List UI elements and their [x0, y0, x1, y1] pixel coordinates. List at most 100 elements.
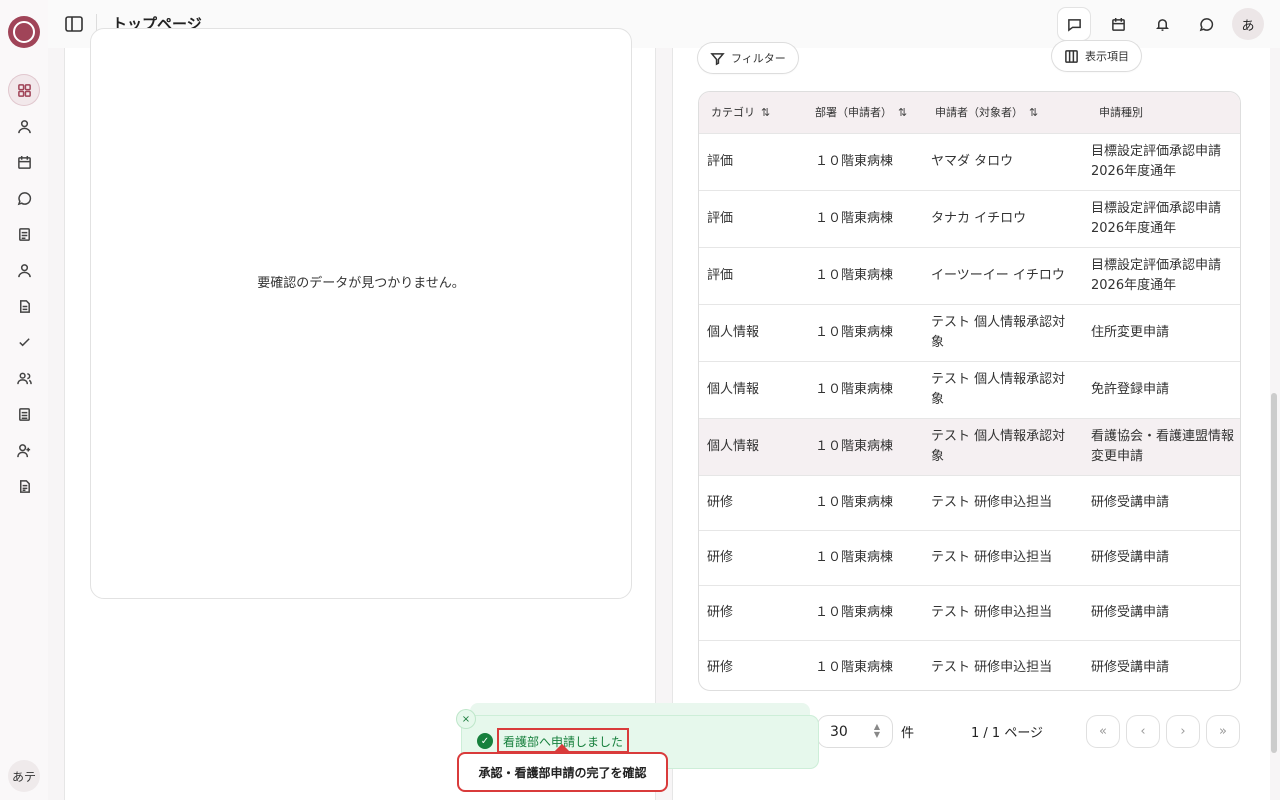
success-check-icon: ✓ — [477, 733, 493, 749]
cell-request-type: 看護協会・看護連盟情報変更申請 — [1083, 417, 1240, 475]
table-row[interactable]: 研修 １０階東病棟 テスト 研修申込担当 研修受講申請 — [699, 639, 1240, 690]
cell-request-type: 研修受講申請 — [1083, 474, 1240, 530]
confirm-list-card: 要確認のデータが見つかりません。 — [90, 28, 632, 599]
cell-request-type: 目標設定評価承認申請 2026年度通年 — [1083, 132, 1240, 190]
cell-applicant: タナカ イチロウ — [923, 189, 1083, 247]
table-header-row: カテゴリ ⇅ 部署（申請者） ⇅ 申請者（対象者） ⇅ 申請種別 — [699, 92, 1240, 133]
filter-button[interactable]: フィルター — [698, 43, 798, 73]
columns-icon — [1065, 49, 1078, 63]
cell-department: １０階東病棟 — [803, 639, 923, 690]
table-row[interactable]: 研修 １０階東病棟 テスト 研修申込担当 研修受講申請 — [699, 584, 1240, 640]
app-logo-icon[interactable] — [8, 16, 40, 48]
chat-bubble-icon — [1199, 17, 1213, 31]
cell-applicant: テスト 個人情報承認対象 — [923, 303, 1083, 361]
table-row[interactable]: 個人情報 １０階東病棟 テスト 個人情報承認対象 免許登録申請 — [699, 360, 1240, 418]
user-avatar[interactable]: あ — [1232, 8, 1264, 40]
table-row[interactable]: 研修 １０階東病棟 テスト 研修申込担当 研修受講申請 — [699, 474, 1240, 530]
column-header-request-type: 申請種別 — [1099, 106, 1143, 120]
cell-category: 個人情報 — [699, 360, 803, 418]
column-header-applicant[interactable]: 申請者（対象者） ⇅ — [923, 92, 1083, 133]
cell-department: １０階東病棟 — [803, 189, 923, 247]
table-row[interactable]: 個人情報 １０階東病棟 テスト 個人情報承認対象 看護協会・看護連盟情報変更申請 — [699, 417, 1240, 475]
rail-chat-icon[interactable] — [12, 186, 36, 210]
right-panel: フィルター 表示項目 カテゴリ ⇅ 部署（申請者） ⇅ 申請者（対象者） ⇅ 申請種別 — [672, 41, 1270, 800]
rail-add-user-icon[interactable] — [12, 438, 36, 462]
cell-request-type: 研修受講申請 — [1083, 639, 1240, 690]
rail-report-icon[interactable] — [12, 474, 36, 498]
notification-button[interactable] — [1146, 8, 1178, 40]
cell-request-type: 研修受講申請 — [1083, 529, 1240, 585]
cell-applicant: テスト 研修申込担当 — [923, 639, 1083, 690]
cell-department: １０階東病棟 — [803, 360, 923, 418]
rail-file-icon[interactable] — [12, 294, 36, 318]
requests-table: カテゴリ ⇅ 部署（申請者） ⇅ 申請者（対象者） ⇅ 申請種別 評価 １０階東病棟 … — [698, 91, 1241, 691]
app-rail: あテ — [0, 0, 48, 800]
per-page-unit: 件 — [901, 726, 915, 741]
rail-check-icon[interactable] — [12, 330, 36, 354]
cell-category: 評価 — [699, 246, 803, 304]
sidebar-toggle-icon[interactable] — [62, 12, 86, 36]
sort-icon[interactable]: ⇅ — [898, 106, 907, 119]
cell-applicant: テスト 研修申込担当 — [923, 529, 1083, 585]
cell-applicant: テスト 研修申込担当 — [923, 474, 1083, 530]
sort-icon[interactable]: ⇅ — [1029, 106, 1038, 119]
cell-request-type: 免許登録申請 — [1083, 360, 1240, 418]
cell-request-type: 目標設定評価承認申請 2026年度通年 — [1083, 189, 1240, 247]
toast-close-icon[interactable]: × — [457, 710, 475, 728]
filter-icon — [710, 52, 725, 65]
rail-calendar-icon[interactable] — [12, 150, 36, 174]
calendar-icon — [1111, 17, 1125, 31]
message-square-icon — [1067, 18, 1081, 32]
cell-department: １０階東病棟 — [803, 303, 923, 361]
table-row[interactable]: 評価 １０階東病棟 イーツーイー イチロウ 目標設定評価承認申請 2026年度通… — [699, 246, 1240, 304]
message-button[interactable] — [1058, 8, 1090, 40]
cell-department: １０階東病棟 — [803, 474, 923, 530]
cell-applicant: テスト 個人情報承認対象 — [923, 417, 1083, 475]
cell-request-type: 研修受講申請 — [1083, 584, 1240, 640]
rail-profile-icon[interactable] — [12, 258, 36, 282]
sort-icon[interactable]: ⇅ — [761, 106, 770, 119]
first-page-button[interactable]: « — [1087, 716, 1119, 747]
select-chevron-icon: ▲ ▼ — [873, 722, 880, 739]
page-scrollbar[interactable] — [1271, 393, 1277, 753]
chat-button[interactable] — [1190, 8, 1222, 40]
cell-department: １０階東病棟 — [803, 132, 923, 190]
cell-category: 研修 — [699, 584, 803, 640]
cell-applicant: ヤマダ タロウ — [923, 132, 1083, 190]
cell-applicant: テスト 研修申込担当 — [923, 584, 1083, 640]
rail-list-icon[interactable] — [12, 402, 36, 426]
cell-applicant: テスト 個人情報承認対象 — [923, 360, 1083, 418]
column-header-category[interactable]: カテゴリ ⇅ — [699, 92, 803, 133]
last-page-button[interactable]: » — [1207, 716, 1239, 747]
column-header-department[interactable]: 部署（申請者） ⇅ — [803, 92, 923, 133]
next-page-button[interactable]: › — [1167, 716, 1199, 747]
rail-user-icon[interactable] — [12, 114, 36, 138]
cell-category: 研修 — [699, 474, 803, 530]
cell-department: １０階東病棟 — [803, 417, 923, 475]
page-info: 1 / 1 ページ — [971, 726, 1044, 741]
per-page-select[interactable]: 30 ▲ ▼ — [818, 716, 892, 747]
columns-button[interactable]: 表示項目 — [1052, 41, 1141, 71]
rail-user-avatar[interactable]: あテ — [8, 760, 40, 792]
cell-category: 個人情報 — [699, 417, 803, 475]
rail-document-icon[interactable] — [12, 222, 36, 246]
calendar-button[interactable] — [1102, 8, 1134, 40]
annotation-callout: 承認・看護部申請の完了を確認 — [457, 752, 668, 792]
cell-category: 研修 — [699, 639, 803, 690]
table-row[interactable]: 評価 １０階東病棟 タナカ イチロウ 目標設定評価承認申請 2026年度通年 — [699, 189, 1240, 247]
left-panel: 要確認のデータが見つかりません。 — [64, 28, 656, 800]
table-row[interactable]: 個人情報 １０階東病棟 テスト 個人情報承認対象 住所変更申請 — [699, 303, 1240, 361]
cell-category: 個人情報 — [699, 303, 803, 361]
cell-request-type: 住所変更申請 — [1083, 303, 1240, 361]
per-page-value: 30 — [830, 723, 848, 740]
cell-category: 評価 — [699, 132, 803, 190]
cell-category: 評価 — [699, 189, 803, 247]
cell-department: １０階東病棟 — [803, 246, 923, 304]
table-row[interactable]: 研修 １０階東病棟 テスト 研修申込担当 研修受講申請 — [699, 529, 1240, 585]
prev-page-button[interactable]: ‹ — [1127, 716, 1159, 747]
empty-message: 要確認のデータが見つかりません。 — [257, 276, 465, 291]
cell-department: １０階東病棟 — [803, 584, 923, 640]
rail-users-icon[interactable] — [12, 366, 36, 390]
rail-dashboard-icon[interactable] — [8, 74, 40, 106]
table-row[interactable]: 評価 １０階東病棟 ヤマダ タロウ 目標設定評価承認申請 2026年度通年 — [699, 132, 1240, 190]
